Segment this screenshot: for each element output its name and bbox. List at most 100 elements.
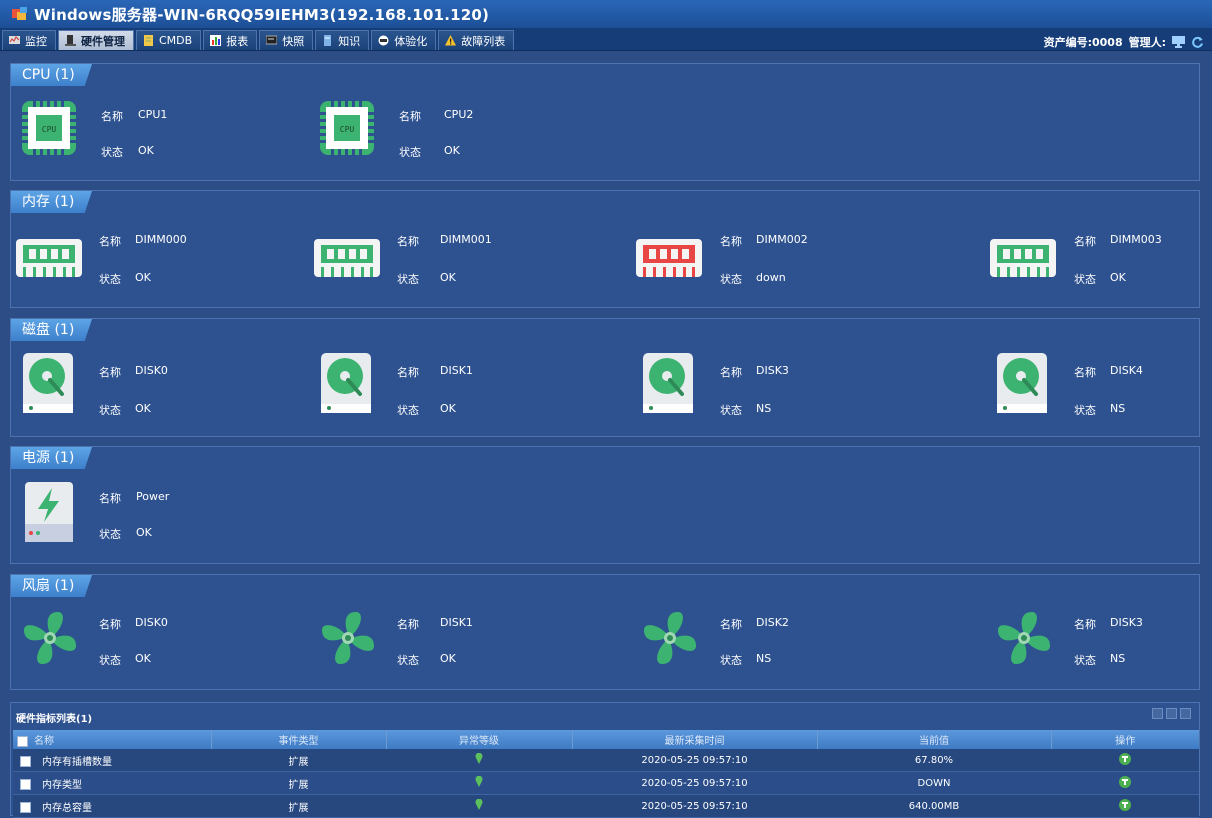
panel-title: 电源 (1) [22, 450, 75, 466]
memory-item[interactable]: 名称 DIMM003 状态 OK [989, 229, 1189, 286]
display-icon[interactable] [1172, 36, 1185, 48]
row-level [386, 794, 572, 818]
memory-module-icon [16, 239, 82, 277]
tab-fault-list[interactable]: 故障列表 [438, 30, 515, 50]
tab-hardware[interactable]: 硬件管理 [58, 30, 134, 50]
row-action [1051, 771, 1199, 795]
disk-item[interactable]: 名称 DISK0 状态 OK [22, 352, 302, 417]
hard-disk-icon [321, 353, 371, 413]
row-time: 2020-05-25 09:57:10 [572, 749, 817, 772]
fan-name: DISK0 [135, 616, 168, 629]
refresh-icon[interactable] [1191, 36, 1204, 48]
column-header-level[interactable]: 异常等级 [386, 730, 573, 749]
memory-name: DIMM000 [135, 233, 187, 246]
row-checkbox[interactable] [20, 756, 31, 767]
row-type: 扩展 [211, 749, 386, 772]
row-checkbox[interactable] [20, 779, 31, 790]
status-label: 状态 [397, 404, 419, 417]
column-header-value[interactable]: 当前值 [817, 730, 1052, 749]
fan-item[interactable]: 名称 DISK3 状态 NS [995, 609, 1195, 669]
tab-label: 知识 [338, 34, 361, 48]
tab-label: 硬件管理 [81, 34, 125, 48]
memory-module-icon [990, 239, 1056, 277]
name-label: 名称 [397, 618, 419, 631]
row-level [386, 749, 572, 772]
status-label: 状态 [720, 273, 742, 286]
status-label: 状态 [397, 273, 419, 286]
action-icon[interactable] [1119, 775, 1131, 788]
row-time: 2020-05-25 09:57:10 [572, 771, 817, 795]
column-header-type[interactable]: 事件类型 [211, 730, 387, 749]
cpu-name: CPU1 [138, 108, 168, 121]
disk-item[interactable]: 名称 DISK3 状态 NS [642, 352, 922, 417]
fan-name: DISK3 [1110, 616, 1143, 629]
tab-report[interactable]: 报表 [203, 30, 258, 50]
fan-item[interactable]: 名称 DISK2 状态 NS [641, 609, 921, 669]
name-label: 名称 [99, 366, 121, 379]
action-icon[interactable] [1119, 752, 1131, 765]
column-header-time[interactable]: 最新采集时间 [572, 730, 818, 749]
name-label: 名称 [1074, 618, 1096, 631]
memory-module-icon [314, 239, 380, 277]
knowledge-icon [324, 35, 332, 46]
search-icon[interactable] [1152, 708, 1163, 719]
cpu-item[interactable]: CPU 名称 CPU1 状态 OK [19, 98, 299, 159]
tab-experience[interactable]: 体验化 [371, 30, 437, 50]
fan-icon [322, 612, 374, 664]
cpu-chip-text: CPU [42, 125, 57, 134]
row-name: 内存类型 [42, 779, 82, 791]
tab-knowledge[interactable]: 知识 [315, 30, 370, 50]
power-supply-icon [25, 482, 73, 542]
collapse-icon[interactable] [1180, 708, 1191, 719]
disk-name: DISK4 [1110, 364, 1143, 377]
tab-label: 监控 [25, 34, 47, 48]
status-label: 状态 [720, 404, 742, 417]
fan-name: DISK2 [756, 616, 789, 629]
row-name-cell: 内存类型 [13, 771, 211, 795]
tab-snapshot[interactable]: 快照 [259, 30, 314, 50]
tab-cmdb[interactable]: CMDB [136, 30, 202, 50]
row-checkbox[interactable] [20, 802, 31, 813]
action-icon[interactable] [1119, 798, 1131, 811]
row-value: 67.80% [817, 749, 1051, 772]
admin-label: 管理人: [1128, 36, 1166, 49]
row-value: 640.00MB [817, 794, 1051, 818]
metrics-table: 名称 事件类型 异常等级 最新采集时间 当前值 操作 内存有插槽数量 扩展 20… [13, 730, 1199, 818]
disk-item[interactable]: 名称 DISK1 状态 OK [320, 352, 600, 417]
memory-status: OK [135, 271, 151, 284]
memory-item[interactable]: 名称 DIMM002 状态 down [634, 229, 914, 286]
name-label: 名称 [1074, 366, 1096, 379]
tab-monitor[interactable]: 监控 [2, 30, 56, 50]
name-label: 名称 [99, 618, 121, 631]
table-row[interactable]: 内存有插槽数量 扩展 2020-05-25 09:57:10 67.80% [13, 749, 1199, 772]
select-all-checkbox[interactable] [17, 735, 28, 747]
memory-status: OK [440, 271, 456, 284]
fan-item[interactable]: 名称 DISK1 状态 OK [319, 609, 599, 669]
fan-name: DISK1 [440, 616, 473, 629]
cpu-item[interactable]: CPU 名称 CPU2 状态 OK [317, 98, 597, 159]
name-label: 名称 [720, 618, 742, 631]
refresh-icon[interactable] [1166, 708, 1177, 719]
disk-status: OK [135, 402, 151, 415]
memory-item[interactable]: 名称 DIMM000 状态 OK [15, 229, 295, 286]
status-label: 状态 [101, 146, 123, 159]
warning-icon [445, 35, 457, 46]
memory-item[interactable]: 名称 DIMM001 状态 OK [313, 229, 593, 286]
fan-icon [24, 612, 76, 664]
name-label: 名称 [101, 110, 123, 123]
table-row[interactable]: 内存总容量 扩展 2020-05-25 09:57:10 640.00MB [13, 794, 1199, 818]
column-header-name[interactable]: 名称 [13, 730, 212, 749]
panel-title: 风扇 (1) [22, 578, 75, 594]
cpu-chip-icon: CPU [22, 101, 76, 155]
row-name: 内存有插槽数量 [42, 756, 112, 768]
fan-item[interactable]: 名称 DISK0 状态 OK [21, 609, 301, 669]
disk-item[interactable]: 名称 DISK4 状态 NS [996, 352, 1196, 417]
row-name: 内存总容量 [42, 802, 92, 814]
table-row[interactable]: 内存类型 扩展 2020-05-25 09:57:10 DOWN [13, 771, 1199, 795]
column-header-action[interactable]: 操作 [1051, 730, 1199, 749]
power-item[interactable]: 名称 Power 状态 OK [25, 482, 305, 544]
table-toolbar [1149, 708, 1191, 719]
memory-name: DIMM001 [440, 233, 492, 246]
status-label: 状态 [1074, 404, 1096, 417]
row-action [1051, 794, 1199, 818]
